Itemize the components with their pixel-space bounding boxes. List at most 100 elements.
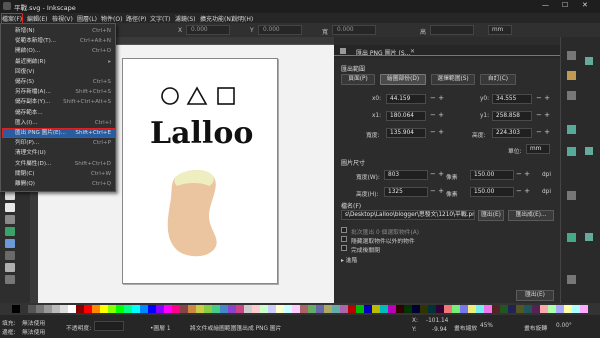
palette-swatch[interactable] bbox=[348, 305, 356, 313]
square-shape[interactable] bbox=[217, 87, 235, 105]
palette-swatch[interactable] bbox=[372, 305, 380, 313]
file-menu-item[interactable]: 開啟(O)... Ctrl+O bbox=[3, 47, 115, 55]
dock-menu-icon[interactable] bbox=[340, 48, 346, 54]
group-icon[interactable] bbox=[567, 233, 576, 242]
triangle-shape[interactable] bbox=[186, 86, 208, 105]
palette-swatch[interactable] bbox=[260, 305, 268, 313]
rotate-value[interactable]: 0.00° bbox=[556, 323, 572, 329]
file-menu-item[interactable]: 離開(Q) Ctrl+Q bbox=[3, 180, 115, 188]
file-menu-item[interactable]: 儲存副本(Y)... Shift+Ctrl+Alt+S bbox=[3, 98, 115, 106]
zoom-icon[interactable] bbox=[567, 191, 576, 200]
palette-swatch[interactable] bbox=[300, 305, 308, 313]
image-height-input[interactable]: 1325 bbox=[384, 187, 428, 197]
width-input[interactable]: 135.904 bbox=[386, 128, 426, 138]
palette-swatch[interactable] bbox=[108, 305, 116, 313]
palette-swatch[interactable] bbox=[428, 305, 436, 313]
gradient-tool-icon[interactable] bbox=[5, 239, 15, 248]
export-area-tab[interactable]: 選擇範圍(S) bbox=[431, 74, 475, 85]
circle-shape[interactable] bbox=[161, 87, 179, 105]
palette-swatch[interactable] bbox=[92, 305, 100, 313]
palette-swatch[interactable] bbox=[204, 305, 212, 313]
palette-swatch[interactable] bbox=[500, 305, 508, 313]
palette-swatch[interactable] bbox=[276, 305, 284, 313]
palette-swatch[interactable] bbox=[324, 305, 332, 313]
paint-bucket-tool-icon[interactable] bbox=[5, 263, 15, 272]
palette-swatch[interactable] bbox=[28, 305, 36, 313]
minimize-button[interactable]: — bbox=[542, 1, 549, 9]
bean-shape[interactable] bbox=[163, 168, 225, 258]
palette-swatch[interactable] bbox=[36, 305, 44, 313]
palette-swatch[interactable] bbox=[124, 305, 132, 313]
palette-swatch[interactable] bbox=[188, 305, 196, 313]
width-stepper[interactable]: − + bbox=[430, 128, 444, 136]
hide-others-checkbox[interactable] bbox=[341, 236, 347, 242]
palette-swatch[interactable] bbox=[52, 305, 60, 313]
align-icon[interactable] bbox=[567, 275, 576, 284]
file-menu-item[interactable]: 回復(V) bbox=[3, 68, 115, 76]
dpi-stepper[interactable]: − + bbox=[516, 170, 530, 178]
file-menu-item[interactable]: 關閉(C) Ctrl+W bbox=[3, 170, 115, 178]
menu-file[interactable]: 檔案(F) bbox=[0, 13, 24, 24]
height-input[interactable]: 224.303 bbox=[492, 128, 532, 138]
palette-swatch[interactable] bbox=[388, 305, 396, 313]
file-menu-item[interactable]: 匯入(I)... Ctrl+I bbox=[3, 119, 115, 127]
menu-filters[interactable]: 濾鏡(S) bbox=[175, 14, 196, 23]
palette-swatch[interactable] bbox=[580, 305, 588, 313]
dpi2-stepper[interactable]: − + bbox=[516, 187, 530, 195]
palette-swatch[interactable] bbox=[548, 305, 556, 313]
file-menu-item[interactable]: 新增(N) Ctrl+N bbox=[3, 27, 115, 35]
palette-swatch[interactable] bbox=[444, 305, 452, 313]
palette-swatch[interactable] bbox=[148, 305, 156, 313]
export-area-tab[interactable]: 自訂(C) bbox=[480, 74, 516, 85]
save-icon[interactable] bbox=[567, 91, 576, 100]
dpi2-input[interactable]: 150.00 bbox=[470, 187, 514, 197]
palette-swatch[interactable] bbox=[492, 305, 500, 313]
palette-swatch[interactable] bbox=[412, 305, 420, 313]
menu-path[interactable]: 路徑(P) bbox=[126, 14, 146, 23]
export-as-button[interactable]: 匯出(E) bbox=[478, 210, 504, 221]
x0-input[interactable]: 44.159 bbox=[386, 94, 426, 104]
menu-text[interactable]: 文字(T) bbox=[150, 14, 170, 23]
palette-swatch[interactable] bbox=[308, 305, 316, 313]
palette-swatch[interactable] bbox=[396, 305, 404, 313]
menu-view[interactable]: 檢視(V) bbox=[52, 14, 73, 23]
w-input[interactable]: 0.000 bbox=[332, 25, 376, 35]
palette-swatch[interactable] bbox=[364, 305, 372, 313]
dpi-input[interactable]: 150.00 bbox=[470, 170, 514, 180]
palette-swatch[interactable] bbox=[540, 305, 548, 313]
palette-swatch[interactable] bbox=[84, 305, 92, 313]
palette-swatch[interactable] bbox=[268, 305, 276, 313]
palette-swatch[interactable] bbox=[60, 305, 68, 313]
palette-swatch[interactable] bbox=[316, 305, 324, 313]
filename-input[interactable]: s\Desktop\Lalloo\blogger\思發文\1210\平戰.png bbox=[341, 210, 475, 220]
layer-select[interactable]: •圖層 1 bbox=[150, 323, 171, 332]
undo-icon[interactable] bbox=[567, 125, 576, 134]
palette-swatch[interactable] bbox=[532, 305, 540, 313]
menu-help[interactable]: 說明(H) bbox=[232, 14, 253, 23]
x1-input[interactable]: 180.064 bbox=[386, 111, 426, 121]
palette-swatch[interactable] bbox=[172, 305, 180, 313]
palette-swatch[interactable] bbox=[140, 305, 148, 313]
opacity-input[interactable] bbox=[94, 321, 124, 331]
palette-swatch[interactable] bbox=[156, 305, 164, 313]
fill-value[interactable]: 無法使用 bbox=[22, 318, 45, 327]
image-height-stepper[interactable]: − + bbox=[430, 187, 444, 195]
palette-swatch[interactable] bbox=[556, 305, 564, 313]
palette-swatch[interactable] bbox=[420, 305, 428, 313]
menu-edit[interactable]: 編輯(E) bbox=[27, 14, 47, 23]
palette-swatch[interactable] bbox=[356, 305, 364, 313]
canvas-text-lalloo[interactable]: Lalloo bbox=[150, 116, 253, 151]
palette-swatch[interactable] bbox=[228, 305, 236, 313]
spray-tool-icon[interactable] bbox=[5, 215, 15, 224]
file-menu-item[interactable]: 文件屬性(D)... Shift+Ctrl+D bbox=[3, 160, 115, 168]
open-icon[interactable] bbox=[567, 71, 576, 80]
eraser-tool-icon[interactable] bbox=[5, 275, 15, 284]
file-menu-item[interactable]: 清理文件(U) bbox=[3, 149, 115, 157]
palette-swatch[interactable] bbox=[76, 305, 84, 313]
palette-swatch[interactable] bbox=[524, 305, 532, 313]
file-menu-item[interactable]: 儲存(S) Ctrl+S bbox=[3, 78, 115, 86]
close-when-done-checkbox[interactable] bbox=[341, 245, 347, 251]
palette-swatch[interactable] bbox=[100, 305, 108, 313]
palette-swatch[interactable] bbox=[284, 305, 292, 313]
file-menu-item[interactable]: 另存新檔(A)... Shift+Ctrl+S bbox=[3, 88, 115, 96]
